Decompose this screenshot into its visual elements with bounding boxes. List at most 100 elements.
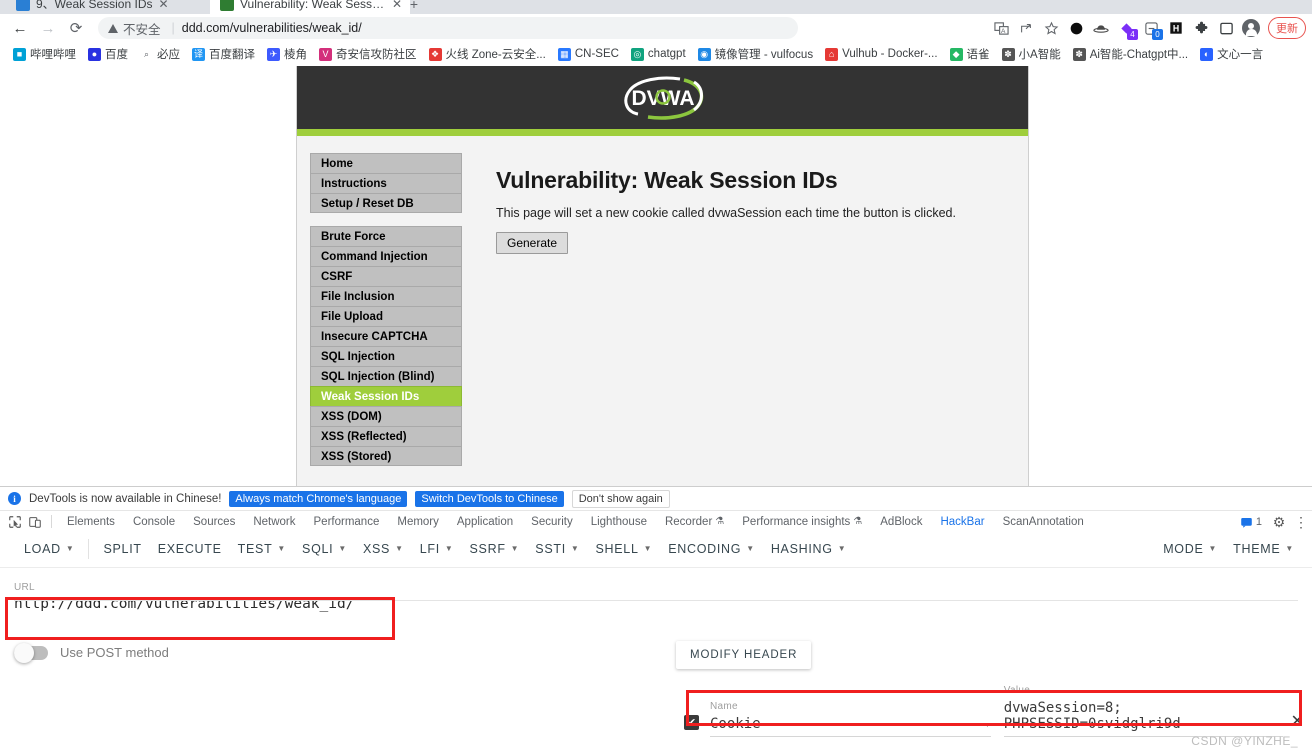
- hackbar-button-label: SHELL: [595, 541, 639, 556]
- bookmark-star-icon[interactable]: [1040, 17, 1062, 39]
- huoxian-icon: ❖: [428, 47, 442, 61]
- post-method-toggle-row[interactable]: Use POST method: [14, 642, 169, 663]
- chevron-down-icon[interactable]: ▼: [338, 544, 347, 553]
- chevron-down-icon[interactable]: ▼: [838, 544, 847, 553]
- bookmark-label: 小A智能: [1018, 49, 1061, 61]
- dont-show-again-button[interactable]: Don't show again: [571, 489, 670, 508]
- gear-icon[interactable]: ⚙: [1269, 513, 1289, 531]
- yuque-icon: ◆: [949, 47, 963, 61]
- bookmark-item[interactable]: ✽ Ai智能-Chatgpt中...: [1067, 45, 1194, 63]
- hackbar-button-label: LFI: [419, 541, 440, 556]
- page-description: This page will set a new cookie called d…: [496, 206, 956, 220]
- tab-close-icon[interactable]: ✕: [159, 0, 169, 11]
- dvwa-nav-item[interactable]: Weak Session IDs: [310, 386, 462, 406]
- dvwa-nav-item[interactable]: Insecure CAPTCHA: [310, 326, 462, 346]
- bookmark-item[interactable]: ▦ CN-SEC: [552, 47, 625, 62]
- modify-header-section: MODIFY HEADER: [676, 641, 812, 669]
- hackbar-test-button[interactable]: TEST ▼: [230, 542, 294, 556]
- dvwa-nav-item[interactable]: XSS (Reflected): [310, 426, 462, 446]
- chevron-down-icon[interactable]: ▼: [277, 544, 286, 553]
- hackbar-split-button[interactable]: SPLIT: [95, 542, 149, 556]
- extension-hackbar-icon[interactable]: H: [1165, 17, 1187, 39]
- bookmark-item[interactable]: ■ 哔哩哔哩: [7, 45, 82, 63]
- hackbar-ssrf-button[interactable]: SSRF ▼: [462, 542, 528, 556]
- browser-tab-0[interactable]: 9、Weak Session IDs ✕: [6, 0, 211, 14]
- forward-icon[interactable]: →: [34, 14, 62, 42]
- hackbar-button-label: SSRF: [469, 541, 506, 556]
- hackbar-encoding-button[interactable]: ENCODING ▼: [660, 542, 763, 556]
- message-count-badge[interactable]: 1: [1240, 516, 1262, 529]
- bookmark-item[interactable]: 译百度翻译: [186, 45, 261, 63]
- extension-purple-badge: 4: [1127, 29, 1138, 40]
- chevron-down-icon[interactable]: ▼: [395, 544, 404, 553]
- extension-opera-icon[interactable]: [1065, 17, 1087, 39]
- new-tab-button[interactable]: +: [400, 0, 428, 12]
- hackbar-xss-button[interactable]: XSS ▼: [355, 542, 412, 556]
- hackbar-ssti-button[interactable]: SSTI ▼: [527, 542, 587, 556]
- translate-icon[interactable]: A: [990, 17, 1012, 39]
- dvwa-nav-item[interactable]: Setup / Reset DB: [310, 193, 462, 213]
- bookmark-item[interactable]: ◎ chatgpt: [625, 47, 692, 62]
- browser-tab-1[interactable]: Vulnerability: Weak Session ID ✕: [210, 0, 410, 14]
- share-icon[interactable]: [1015, 17, 1037, 39]
- dvwa-nav-item[interactable]: Brute Force: [310, 226, 462, 246]
- hackbar-lfi-button[interactable]: LFI ▼: [412, 542, 462, 556]
- dvwa-nav-item[interactable]: File Upload: [310, 306, 462, 326]
- dvwa-nav-item[interactable]: SQL Injection (Blind): [310, 366, 462, 386]
- bookmark-item[interactable]: ◉ 镜像管理 - vulfocus: [692, 45, 819, 63]
- hackbar-sqli-button[interactable]: SQLI ▼: [294, 542, 355, 556]
- hackbar-theme-button[interactable]: THEME ▼: [1225, 542, 1302, 556]
- chevron-down-icon[interactable]: ▼: [66, 544, 75, 553]
- hackbar-load-button[interactable]: LOAD ▼: [16, 542, 82, 556]
- hackbar-url-field[interactable]: URL http://ddd.com/vulnerabilities/weak_…: [0, 582, 1312, 612]
- info-icon: i: [8, 492, 21, 505]
- chevron-down-icon[interactable]: ▼: [445, 544, 454, 553]
- dvwa-nav-item[interactable]: XSS (DOM): [310, 406, 462, 426]
- extensions-puzzle-icon[interactable]: [1190, 17, 1212, 39]
- profile-avatar[interactable]: [1240, 17, 1262, 39]
- hackbar-execute-button[interactable]: EXECUTE: [150, 542, 230, 556]
- bookmark-item[interactable]: ✽ 小A智能: [996, 45, 1067, 63]
- chevron-down-icon[interactable]: ▼: [1285, 544, 1294, 553]
- match-chrome-language-button[interactable]: Always match Chrome's language: [229, 490, 408, 507]
- dvwa-nav-item[interactable]: XSS (Stored): [310, 446, 462, 466]
- chevron-down-icon[interactable]: ▼: [644, 544, 653, 553]
- extension-scan-icon[interactable]: 0: [1140, 17, 1163, 40]
- post-method-toggle[interactable]: [14, 642, 48, 663]
- dvwa-nav-item[interactable]: Home: [310, 153, 462, 173]
- update-button[interactable]: 更新: [1268, 17, 1306, 39]
- back-icon[interactable]: ←: [6, 14, 34, 42]
- bookmark-item[interactable]: ⌂ Vulhub - Docker-...: [819, 47, 943, 62]
- hackbar-shell-button[interactable]: SHELL ▼: [588, 542, 661, 556]
- more-options-icon[interactable]: ⋮: [1294, 513, 1308, 531]
- switch-devtools-chinese-button[interactable]: Switch DevTools to Chinese: [415, 490, 564, 507]
- bookmark-item[interactable]: ❖ 火线 Zone-云安全...: [423, 45, 552, 63]
- extension-hat-icon[interactable]: [1090, 17, 1112, 39]
- dvwa-nav-item[interactable]: CSRF: [310, 266, 462, 286]
- bookmark-item[interactable]: ✈ 棱角: [261, 45, 313, 63]
- bookmark-item[interactable]: ◐ 文心一言: [1194, 45, 1269, 63]
- bookmark-item[interactable]: ● 百度: [82, 45, 134, 63]
- sidepanel-icon[interactable]: [1215, 17, 1237, 39]
- reload-icon[interactable]: ⟳: [62, 14, 90, 42]
- chevron-down-icon[interactable]: ▼: [746, 544, 755, 553]
- extension-purple-icon[interactable]: 4: [1115, 17, 1138, 40]
- device-toolbar-icon[interactable]: [25, 513, 45, 531]
- address-bar[interactable]: 不安全 | ddd.com/vulnerabilities/weak_id/: [98, 17, 798, 39]
- chevron-down-icon[interactable]: ▼: [1209, 544, 1218, 553]
- hackbar-mode-button[interactable]: MODE ▼: [1155, 542, 1225, 556]
- dvwa-nav-item[interactable]: File Inclusion: [310, 286, 462, 306]
- generate-button[interactable]: Generate: [496, 232, 569, 254]
- chevron-down-icon[interactable]: ▼: [571, 544, 580, 553]
- dvwa-nav-item[interactable]: Command Injection: [310, 246, 462, 266]
- bookmark-item[interactable]: ◆ 语雀: [944, 45, 996, 63]
- omnibox-divider: |: [171, 21, 175, 35]
- chevron-down-icon[interactable]: ▼: [511, 544, 520, 553]
- inspect-element-icon[interactable]: [5, 513, 25, 531]
- bookmark-item[interactable]: V 奇安信攻防社区: [313, 45, 423, 63]
- dvwa-nav-item[interactable]: SQL Injection: [310, 346, 462, 366]
- hackbar-hashing-button[interactable]: HASHING ▼: [763, 542, 854, 556]
- modify-header-button[interactable]: MODIFY HEADER: [676, 641, 812, 669]
- bookmark-item[interactable]: ⌕ 必应: [134, 45, 186, 63]
- dvwa-nav-item[interactable]: Instructions: [310, 173, 462, 193]
